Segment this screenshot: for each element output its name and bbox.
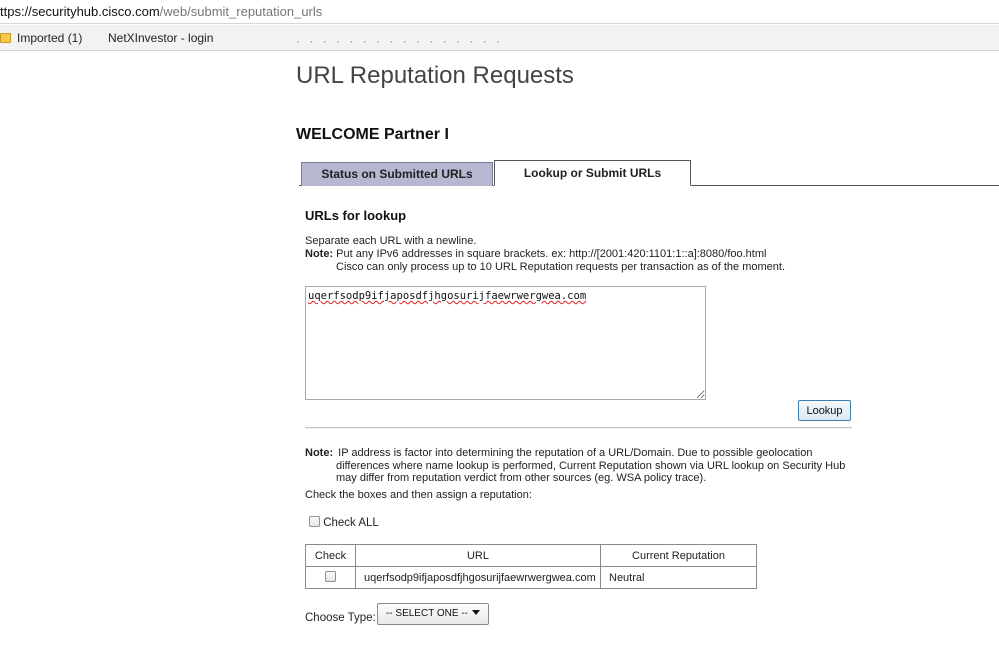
check-all-label[interactable]: Check ALL [323, 517, 379, 529]
note-text: Put any IPv6 addresses in square bracket… [336, 248, 767, 260]
reputation-type-select[interactable]: -- SELECT ONE -- [377, 603, 489, 625]
divider [305, 427, 852, 429]
bookmark-netxinvestor[interactable]: NetXInvestor - login [108, 25, 213, 51]
lookup-button[interactable]: Lookup [798, 400, 851, 421]
url-path: /web/submit_reputation_urls [159, 4, 323, 19]
table-header-row: Check URL Current Reputation [305, 544, 757, 567]
check-all-row: Check ALL [309, 516, 379, 530]
folder-icon [0, 33, 11, 43]
welcome-text: WELCOME Partner I [296, 126, 449, 143]
choose-type-label: Choose Type: [305, 612, 376, 624]
table-row: uqerfsodp9ifjaposdfjhgosurijfaewrwergwea… [305, 566, 757, 589]
caret-down-icon [472, 610, 481, 615]
bookmark-imported[interactable]: Imported (1) [0, 25, 82, 51]
row-checkbox[interactable] [325, 571, 336, 582]
address-bar[interactable]: ttps://securityhub.cisco.com/web/submit_… [0, 0, 999, 24]
tab-lookup-submit-urls[interactable]: Lookup or Submit URLs [494, 160, 691, 186]
check-instruction: Check the boxes and then assign a reputa… [305, 489, 532, 501]
row-url: uqerfsodp9ifjaposdfjhgosurijfaewrwergwea… [355, 566, 601, 589]
instruction-text: Separate each URL with a newline. [305, 235, 477, 247]
note-text: IP address is factor into determining th… [338, 447, 813, 459]
column-header-check: Check [305, 544, 356, 567]
clipped-header-text: · · · · · · · · · · · · · · · · [296, 40, 503, 48]
note-text-line3: may differ from reputation verdict from … [336, 472, 707, 484]
tab-status-submitted-urls[interactable]: Status on Submitted URLs [301, 162, 493, 186]
bookmark-label: NetXInvestor - login [108, 31, 214, 45]
row-reputation: Neutral [600, 566, 757, 589]
geolocation-note: Note: IP address is factor into determin… [305, 447, 812, 460]
check-all-checkbox[interactable] [309, 516, 320, 527]
column-header-url: URL [355, 544, 601, 567]
note-label: Note: [305, 447, 334, 459]
column-header-reputation: Current Reputation [600, 544, 757, 567]
select-value: -- SELECT ONE -- [385, 608, 469, 619]
url-host: ttps://securityhub.cisco.com [0, 4, 160, 19]
note-label: Note: [305, 248, 334, 260]
ipv6-note: Note: Put any IPv6 addresses in square b… [305, 248, 766, 261]
limit-note: Cisco can only process up to 10 URL Repu… [336, 261, 785, 273]
url-lookup-textarea[interactable]: uqerfsodp9ifjaposdfjhgosurijfaewrwergwea… [305, 286, 706, 400]
bookmark-label: Imported (1) [17, 31, 83, 45]
row-check-cell [305, 566, 356, 589]
section-heading: URLs for lookup [305, 208, 407, 223]
page-title: URL Reputation Requests [296, 62, 574, 89]
reputation-table: Check URL Current Reputation uqerfsodp9i… [305, 544, 757, 589]
